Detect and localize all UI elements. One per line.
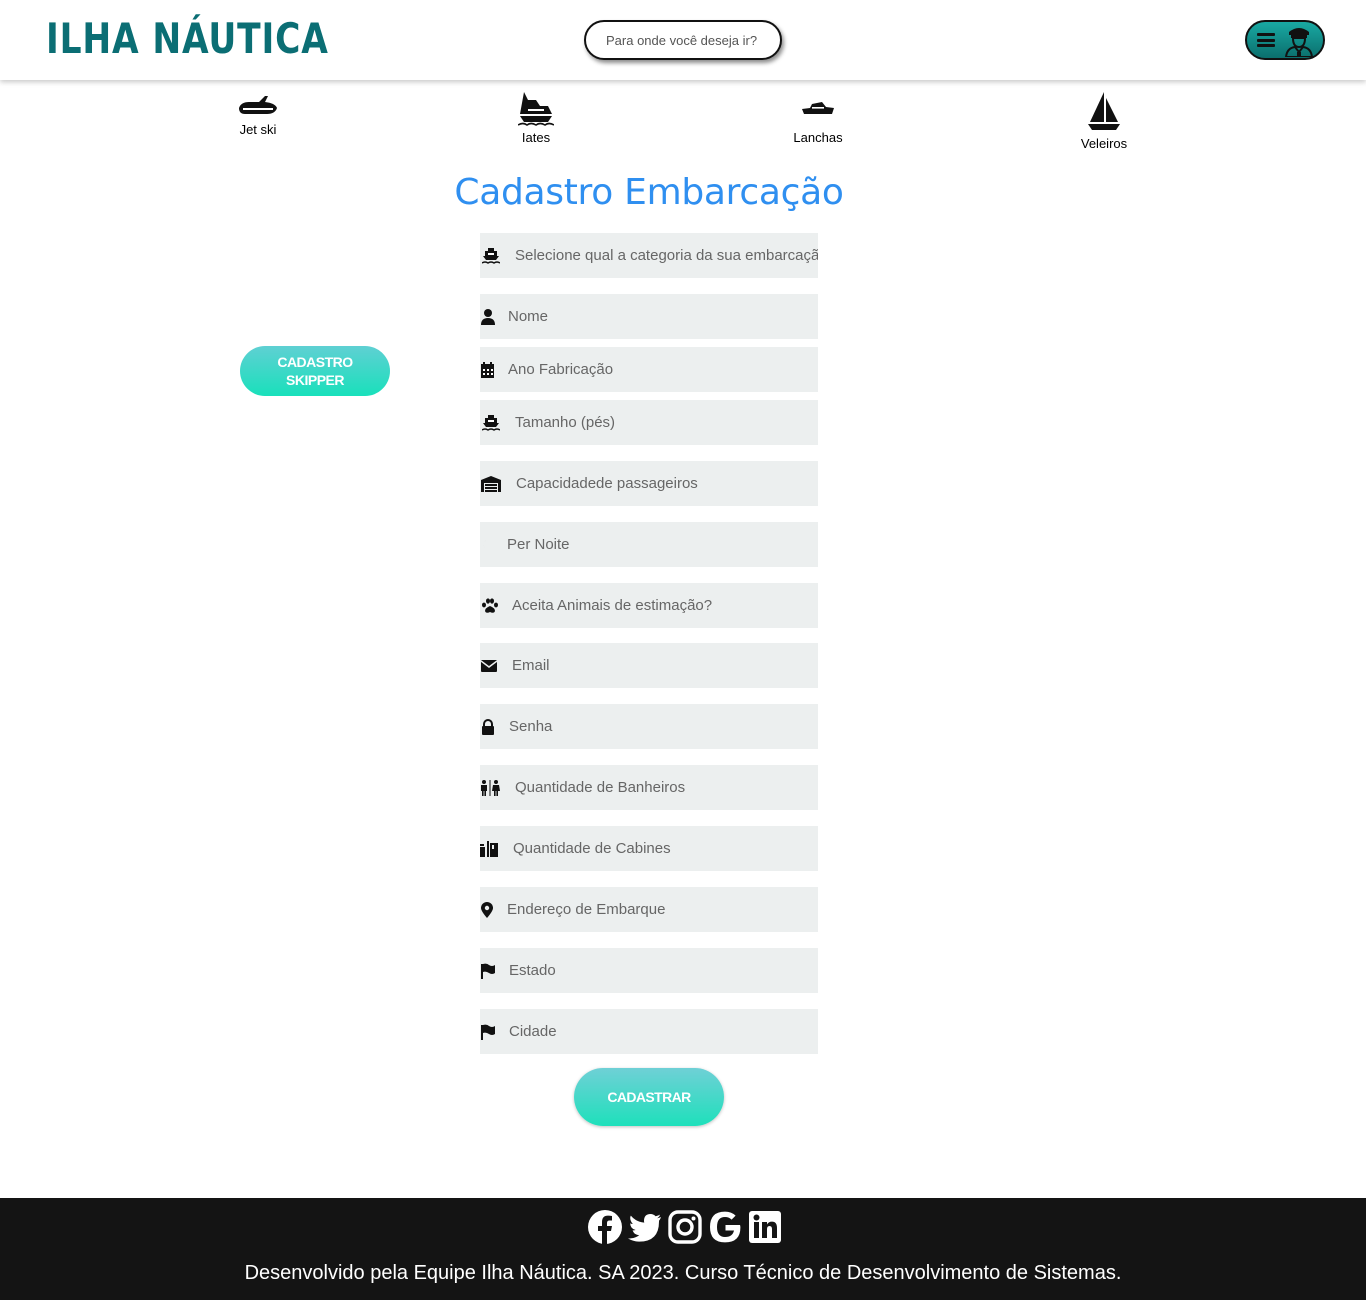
user-menu-button[interactable]: [1245, 20, 1325, 60]
ship-icon: [482, 414, 500, 431]
size-input[interactable]: [500, 400, 818, 445]
city-input[interactable]: [498, 1009, 818, 1054]
button-label-line1: CADASTRO: [277, 354, 353, 370]
linkedin-icon[interactable]: [747, 1209, 783, 1245]
year-input[interactable]: [498, 347, 818, 392]
category-label: Veleiros: [1080, 136, 1128, 151]
name-input[interactable]: [498, 294, 818, 339]
address-field[interactable]: [480, 887, 818, 932]
year-field[interactable]: [480, 347, 818, 392]
button-label-line2: SKIPPER: [286, 372, 344, 388]
category-label: Iates: [521, 130, 551, 145]
paw-icon: [481, 597, 499, 614]
pets-input[interactable]: [499, 583, 818, 628]
hamburger-icon: [1257, 33, 1275, 47]
brand-logo[interactable]: ILHA NÁUTICA: [46, 14, 329, 64]
jetski-icon: [239, 96, 277, 114]
pets-field[interactable]: [480, 583, 818, 628]
category-yachts[interactable]: Iates: [486, 92, 586, 145]
category-label: Lanchas: [793, 130, 843, 145]
password-field[interactable]: [480, 704, 818, 749]
category-speedboats[interactable]: Lanchas: [768, 92, 868, 145]
bathrooms-field[interactable]: [480, 765, 818, 810]
yacht-icon: [518, 92, 554, 126]
restroom-icon: [480, 779, 500, 796]
category-jetski[interactable]: Jet ski: [208, 92, 308, 137]
ship-icon: [482, 247, 500, 264]
social-links: [587, 1209, 783, 1245]
lock-icon: [480, 718, 498, 735]
state-input[interactable]: [498, 948, 818, 993]
capacity-input[interactable]: [501, 461, 818, 506]
twitter-icon[interactable]: [627, 1209, 663, 1245]
envelope-icon: [481, 658, 499, 674]
calendar-icon: [480, 361, 498, 378]
cabins-field[interactable]: [480, 826, 818, 871]
google-icon[interactable]: [707, 1209, 743, 1245]
sailboat-icon: [1088, 92, 1120, 130]
category-select-field[interactable]: [480, 233, 818, 278]
per-night-input[interactable]: [498, 522, 818, 567]
city-field[interactable]: [480, 1009, 818, 1054]
bathrooms-input[interactable]: [500, 765, 818, 810]
name-field[interactable]: [480, 294, 818, 339]
speedboat-icon: [802, 102, 834, 114]
size-field[interactable]: [480, 400, 818, 445]
email-input[interactable]: [499, 643, 818, 688]
state-field[interactable]: [480, 948, 818, 993]
submit-button[interactable]: CADASTRAR: [574, 1068, 724, 1126]
user-icon: [480, 308, 498, 325]
password-input[interactable]: [498, 704, 818, 749]
category-input[interactable]: [500, 233, 818, 278]
capacity-field[interactable]: [480, 461, 818, 506]
category-sailboats[interactable]: Veleiros: [1054, 92, 1154, 151]
facebook-icon[interactable]: [587, 1209, 623, 1245]
footer-credits: Desenvolvido pela Equipe Ilha Náutica. S…: [244, 1262, 1122, 1284]
email-field[interactable]: [480, 643, 818, 688]
per-night-field[interactable]: [480, 522, 818, 567]
cabins-input[interactable]: [500, 826, 818, 871]
moon-icon: [480, 537, 498, 553]
page-title: Cadastro Embarcação: [454, 172, 844, 213]
cabin-icon: [480, 840, 500, 857]
location-pin-icon: [480, 901, 498, 918]
site-header: ILHA NÁUTICA: [0, 0, 1366, 80]
site-footer: Desenvolvido pela Equipe Ilha Náutica. S…: [0, 1198, 1366, 1300]
flag-icon: [480, 1024, 498, 1040]
address-input[interactable]: [498, 887, 818, 932]
captain-icon: [1284, 28, 1314, 57]
flag-icon: [480, 963, 498, 979]
category-label: Jet ski: [239, 122, 277, 137]
instagram-icon[interactable]: [667, 1209, 703, 1245]
register-skipper-button[interactable]: CADASTRO SKIPPER: [240, 346, 390, 396]
warehouse-icon: [481, 475, 501, 492]
search-input[interactable]: [584, 20, 782, 60]
